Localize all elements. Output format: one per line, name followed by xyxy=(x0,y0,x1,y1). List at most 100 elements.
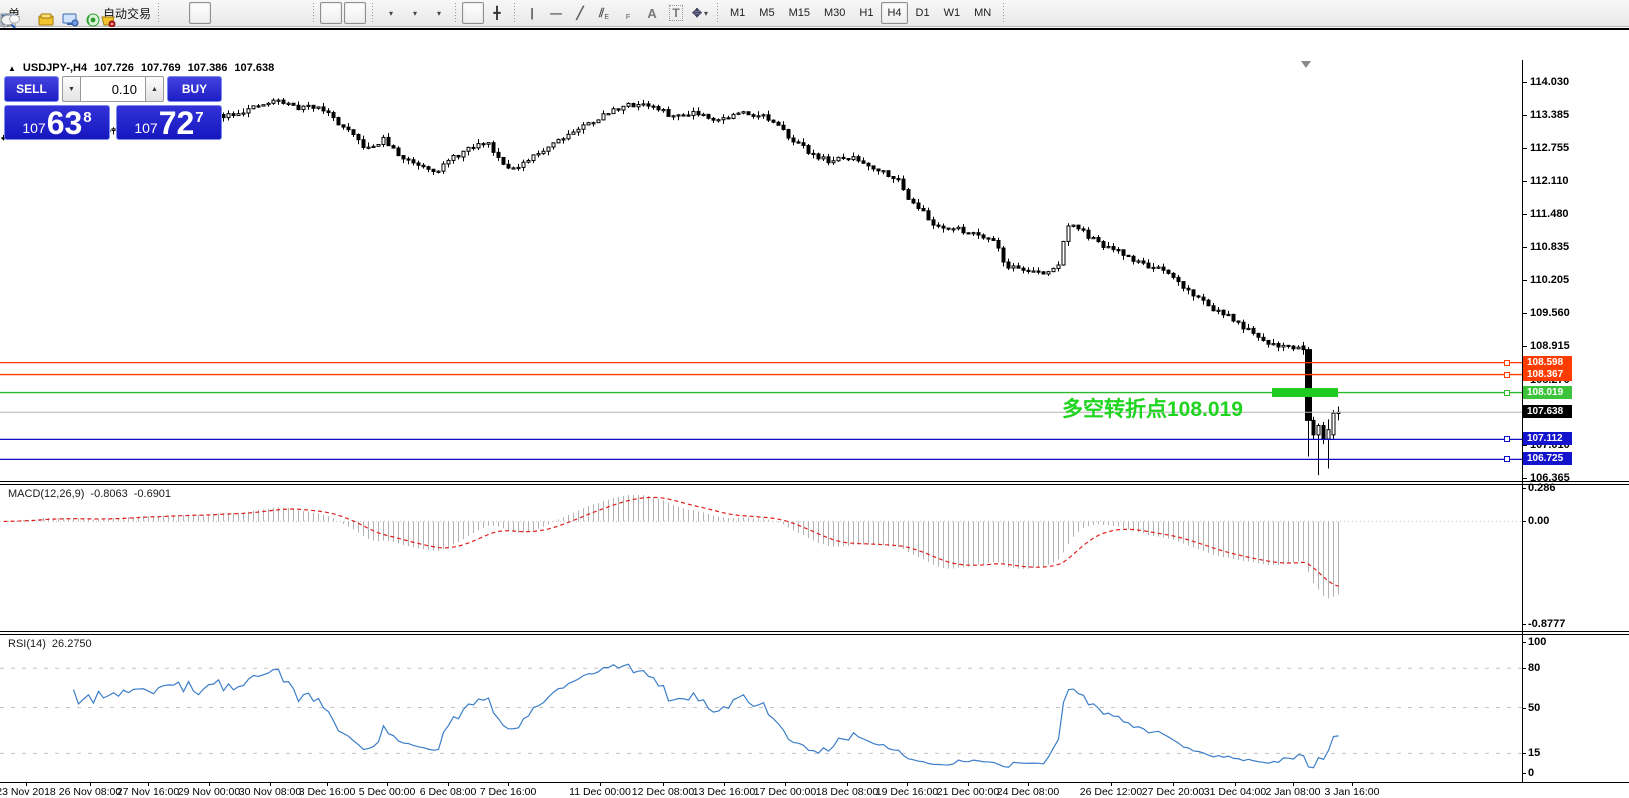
price-tick-110.835: 110.835 xyxy=(1530,241,1570,254)
macd-value-main: -0.8063 xyxy=(90,488,128,500)
chart-text-annotation[interactable]: 多空转折点108.019 xyxy=(1062,393,1243,423)
macd-panel-separator[interactable] xyxy=(0,481,1629,485)
rsi-tick-50: 50 xyxy=(1528,701,1541,714)
chart-title: ▲ USDJPY-,H4 107.726 107.769 107.386 107… xyxy=(8,62,274,74)
sell-price-big: 63 xyxy=(46,104,83,141)
price-tick-mark xyxy=(1522,115,1527,117)
vertical-line-tool-button[interactable]: | xyxy=(521,2,543,24)
chat-button[interactable] xyxy=(1,2,1626,29)
indicators-dropdown-caret[interactable]: ▾ xyxy=(389,9,393,18)
crosshair-tool-button[interactable]: ╋ xyxy=(486,2,508,24)
channel-icon-sub: E xyxy=(604,13,610,21)
sell-price-display[interactable]: 107 63 8 xyxy=(4,105,110,140)
volume-input[interactable]: 0.10 xyxy=(80,76,146,102)
vertical-line-icon: | xyxy=(530,6,534,20)
rsi-tick-mark xyxy=(1522,707,1526,709)
crosshair-icon: ╋ xyxy=(493,6,501,20)
ohlc-close: 107.638 xyxy=(234,62,275,74)
timeframe-button-h1[interactable]: H1 xyxy=(853,2,879,24)
macd-tick-mark xyxy=(1522,521,1526,523)
rsi-tick-mark xyxy=(1522,773,1526,774)
toolbar-separator xyxy=(1000,3,1008,23)
templates-button[interactable]: ▾ xyxy=(0,2,449,27)
line-handle-107.112[interactable] xyxy=(1504,436,1510,443)
macd-plot[interactable] xyxy=(0,486,1522,631)
macd-tick-mark xyxy=(1522,488,1526,489)
macd-tick--0.8777: -0.8777 xyxy=(1528,618,1566,630)
market-watch-button[interactable] xyxy=(27,2,54,26)
price-tick-mark xyxy=(1522,478,1527,479)
volume-decrease-button[interactable]: ▼ xyxy=(62,76,81,102)
buy-price-display[interactable]: 107 72 7 xyxy=(116,105,222,140)
chart-shift-marker[interactable] xyxy=(1301,61,1311,68)
time-label: 19 Dec 16:00 xyxy=(875,786,939,798)
cursor-tool-button[interactable] xyxy=(2,2,485,27)
price-line-tag-108.019: 108.019 xyxy=(1523,385,1572,399)
line-chart-button[interactable] xyxy=(0,2,235,27)
macd-name: MACD(12,26,9) xyxy=(8,488,85,500)
data-window-button[interactable] xyxy=(51,2,79,27)
rsi-tick-mark xyxy=(1522,642,1526,643)
time-label: 27 Nov 16:00 xyxy=(116,786,180,798)
zoom-in-button[interactable] xyxy=(1,2,259,27)
price-line-tag-107.112: 107.112 xyxy=(1523,432,1572,446)
timeframe-button-m1[interactable]: M1 xyxy=(724,2,751,24)
periods-dropdown-caret[interactable]: ▾ xyxy=(413,9,417,18)
line-handle-106.725[interactable] xyxy=(1504,456,1510,463)
sell-button[interactable]: SELL xyxy=(4,76,59,102)
time-axis-border xyxy=(0,782,1629,783)
search-button[interactable] xyxy=(1,2,1602,29)
trendline-tool-button[interactable]: ╱ xyxy=(569,2,591,24)
line-handle-108.598[interactable] xyxy=(1504,359,1510,366)
buy-button[interactable]: BUY xyxy=(167,76,222,102)
candlestick-chart-button[interactable] xyxy=(2,2,212,26)
timeframe-button-m15[interactable]: M15 xyxy=(783,2,816,24)
rsi-panel-separator[interactable] xyxy=(0,631,1629,635)
toolbar-separator xyxy=(511,3,519,23)
time-label: 11 Dec 00:00 xyxy=(569,786,631,798)
templates-dropdown-caret[interactable]: ▾ xyxy=(437,9,441,18)
timeframe-button-h4[interactable]: H4 xyxy=(881,2,908,24)
one-click-trading-panel: SELL ▼ 0.10 ▲ BUY 107 63 8 107 72 7 xyxy=(4,76,222,140)
sell-price-handle: 107 xyxy=(22,120,46,136)
indicators-button[interactable]: ▾ xyxy=(0,2,401,26)
timeframe-button-m5[interactable]: M5 xyxy=(753,2,780,24)
chart-symbol: USDJPY-,H4 xyxy=(22,62,88,74)
periods-button[interactable]: ▾ xyxy=(0,2,425,27)
line-handle-108.367[interactable] xyxy=(1504,371,1510,378)
time-label: 29 Nov 00:00 xyxy=(177,786,241,798)
text-tool-button[interactable]: A xyxy=(641,2,663,24)
price-tick-mark xyxy=(1522,181,1527,183)
autotrading-button[interactable]: 自动交易 xyxy=(99,2,152,27)
volume-increase-button[interactable]: ▲ xyxy=(145,76,164,102)
bar-chart-button[interactable] xyxy=(1,2,187,25)
line-handle-108.019[interactable] xyxy=(1504,389,1510,396)
time-label: 26 Dec 12:00 xyxy=(1079,786,1143,798)
label-tool-button[interactable]: T xyxy=(665,2,687,24)
toolbar-separator xyxy=(155,3,163,23)
timeframe-button-d1[interactable]: D1 xyxy=(910,2,936,24)
auto-scroll-button[interactable] xyxy=(0,2,343,25)
arrows-tool-button[interactable]: ✥ ▾ xyxy=(689,2,711,24)
tile-windows-button[interactable] xyxy=(0,2,307,27)
chart-shift-button[interactable] xyxy=(0,2,367,25)
ohlc-high: 107.769 xyxy=(140,62,181,74)
rsi-label: RSI(14) 26.2750 xyxy=(8,638,92,650)
timeframe-button-mn[interactable]: MN xyxy=(968,2,997,24)
horizontal-line-tool-button[interactable]: — xyxy=(545,2,567,24)
arrows-tool-icon: ✥ xyxy=(691,6,703,20)
rsi-tick-15: 15 xyxy=(1528,747,1541,760)
rsi-plot[interactable] xyxy=(0,636,1522,782)
price-tick-109.560: 109.560 xyxy=(1530,306,1570,319)
quote-panel-collapse-icon[interactable]: ▲ xyxy=(8,64,16,73)
zoom-out-button[interactable] xyxy=(1,2,283,27)
time-label: 3 Dec 16:00 xyxy=(298,786,356,798)
timeframe-button-w1[interactable]: W1 xyxy=(938,2,967,24)
main-chart-plot[interactable] xyxy=(0,60,1522,482)
ohlc-open: 107.726 xyxy=(94,62,134,74)
arrows-dropdown-caret[interactable]: ▾ xyxy=(704,9,708,18)
timeframe-button-m30[interactable]: M30 xyxy=(818,2,851,24)
fibonacci-tool-button[interactable]: F xyxy=(1,2,639,24)
channel-tool-button[interactable]: ⫽ E xyxy=(593,2,615,24)
price-tick-mark xyxy=(1522,147,1527,149)
